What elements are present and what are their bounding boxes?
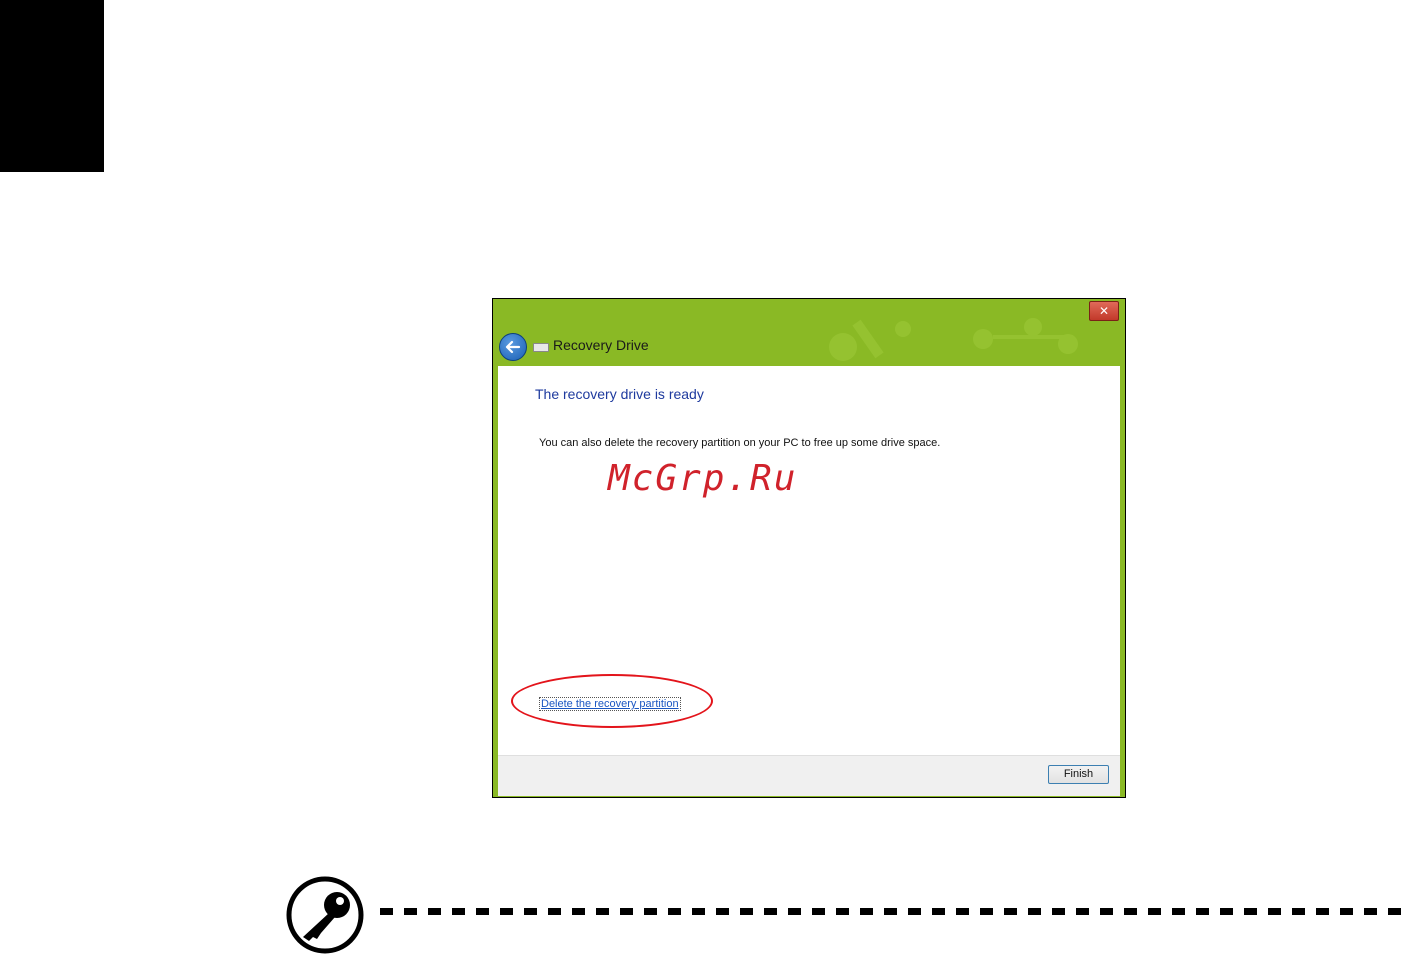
titlebar-decoration bbox=[829, 318, 1078, 361]
close-button[interactable]: ✕ bbox=[1089, 301, 1119, 321]
page-heading: The recovery drive is ready bbox=[535, 386, 704, 402]
back-button[interactable] bbox=[499, 333, 527, 361]
dotted-divider bbox=[380, 908, 1404, 915]
content-pane: The recovery drive is ready You can also… bbox=[498, 366, 1120, 755]
back-arrow-icon bbox=[505, 340, 521, 354]
recovery-drive-window: ✕ Recovery Drive The recovery drive is r… bbox=[492, 298, 1126, 798]
window-title: Recovery Drive bbox=[553, 337, 649, 353]
finish-button[interactable]: Finish bbox=[1048, 765, 1109, 784]
close-icon: ✕ bbox=[1098, 304, 1110, 318]
watermark-text: McGrp.Ru bbox=[608, 458, 798, 499]
page-corner-tab bbox=[0, 0, 104, 172]
description-text: You can also delete the recovery partiti… bbox=[539, 437, 941, 449]
footer-bar: Finish bbox=[498, 755, 1120, 796]
delete-recovery-partition-link[interactable]: Delete the recovery partition bbox=[539, 697, 681, 711]
drive-icon bbox=[533, 343, 549, 352]
key-icon bbox=[286, 876, 364, 954]
